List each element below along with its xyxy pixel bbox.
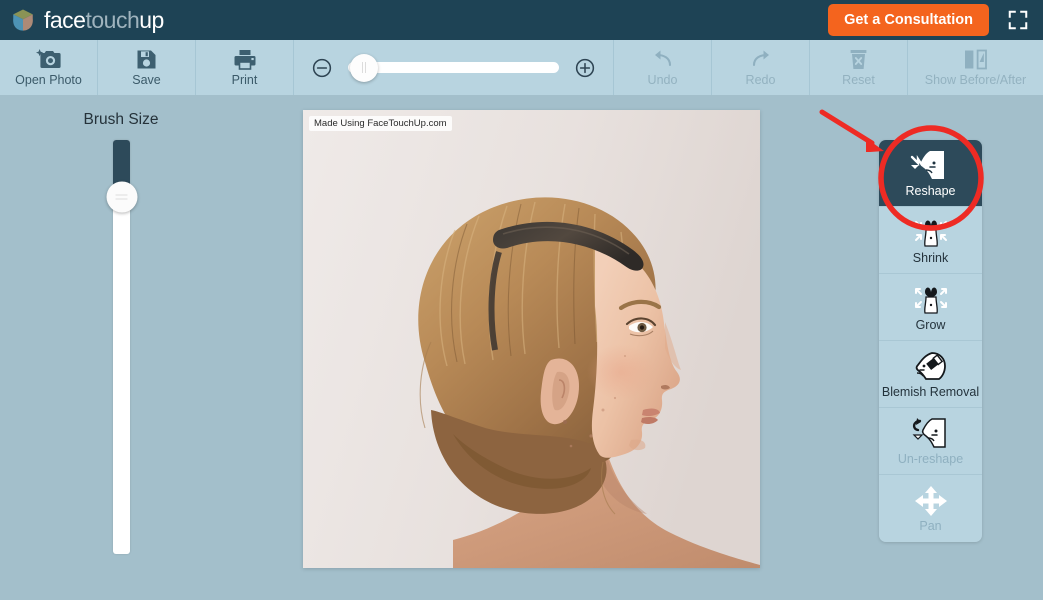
toolbar-open-photo-label: Open Photo (15, 73, 82, 88)
tool-un-reshape[interactable]: Un-reshape (879, 408, 982, 475)
tool-reshape[interactable]: Reshape (879, 140, 982, 207)
get-consultation-button[interactable]: Get a Consultation (828, 3, 989, 37)
header-actions: Get a Consultation (828, 3, 1029, 37)
brand-word-1: face (44, 6, 86, 33)
toolbar-history-group: Undo Redo Reset Show Before/After (614, 40, 1043, 95)
portrait-photo (303, 110, 760, 568)
toolbar-print-label: Print (231, 73, 258, 88)
toolbar-redo-label: Redo (745, 73, 776, 88)
toolbar-redo[interactable]: Redo (712, 40, 810, 95)
toolbar-undo[interactable]: Undo (614, 40, 712, 95)
zoom-slider-handle[interactable] (350, 53, 378, 82)
camera-icon (35, 48, 62, 70)
reshape-face-icon (908, 149, 954, 182)
brush-size-label: Brush Size (83, 111, 159, 128)
brand-word-2: touch (85, 6, 140, 33)
zoom-slider-track[interactable] (348, 53, 559, 82)
toolbar-reset-label: Reset (842, 73, 875, 88)
tool-shrink-label: Shrink (912, 250, 949, 265)
toolbar-open-photo[interactable]: Open Photo (0, 40, 98, 95)
tool-blemish-removal-label: Blemish Removal (881, 384, 980, 399)
before-after-icon (964, 48, 987, 70)
brand-logo[interactable]: face touch up (10, 7, 164, 33)
brush-size-handle[interactable] (106, 181, 137, 213)
zoom-slider-group (294, 40, 614, 95)
annotation-arrow-line (819, 109, 875, 146)
photo-canvas-frame[interactable]: Made Using FaceTouchUp.com (303, 110, 760, 568)
tool-pan-label: Pan (919, 519, 942, 534)
toolbar-print[interactable]: Print (196, 40, 294, 95)
brush-size-slider[interactable] (106, 140, 137, 554)
zoom-in-circle-icon[interactable] (575, 58, 595, 78)
toolbar-show-before-after-label: Show Before/After (924, 73, 1027, 88)
fullscreen-icon[interactable] (1007, 9, 1029, 31)
pan-move-icon (913, 484, 949, 517)
blemish-eraser-icon (908, 350, 954, 383)
tool-palette: Reshape Shrink Grow Blemish Removal Un-r… (879, 140, 982, 542)
grow-arrows-icon (908, 283, 954, 316)
shrink-arrows-icon (908, 216, 954, 249)
app-window: face touch up Get a Consultation Open Ph… (0, 0, 1043, 600)
undo-arrow-icon (651, 48, 675, 70)
toolbar-save-label: Save (132, 73, 161, 88)
toolbar-undo-label: Undo (647, 73, 678, 88)
un-reshape-face-icon (908, 417, 954, 450)
tool-shrink[interactable]: Shrink (879, 207, 982, 274)
zoom-out-circle-icon[interactable] (312, 58, 332, 78)
tool-pan[interactable]: Pan (879, 475, 982, 542)
brand-text: face touch up (44, 6, 164, 33)
tool-grow[interactable]: Grow (879, 274, 982, 341)
photo-watermark: Made Using FaceTouchUp.com (309, 116, 452, 131)
toolbar-show-before-after[interactable]: Show Before/After (908, 40, 1043, 95)
tool-blemish-removal[interactable]: Blemish Removal (879, 341, 982, 408)
cube-logo-icon (13, 9, 33, 31)
main-toolbar: Open Photo Save Print Undo Redo Reset Sh… (0, 40, 1043, 95)
tool-grow-label: Grow (915, 317, 946, 332)
toolbar-save[interactable]: Save (98, 40, 196, 95)
app-header: face touch up Get a Consultation (0, 0, 1043, 40)
trash-x-icon (849, 48, 868, 70)
tool-un-reshape-label: Un-reshape (897, 451, 964, 466)
floppy-disk-icon (136, 48, 157, 70)
tool-reshape-label: Reshape (905, 183, 956, 198)
toolbar-reset[interactable]: Reset (810, 40, 908, 95)
redo-arrow-icon (749, 48, 773, 70)
brand-word-3: up (139, 6, 164, 33)
printer-icon (234, 48, 256, 70)
